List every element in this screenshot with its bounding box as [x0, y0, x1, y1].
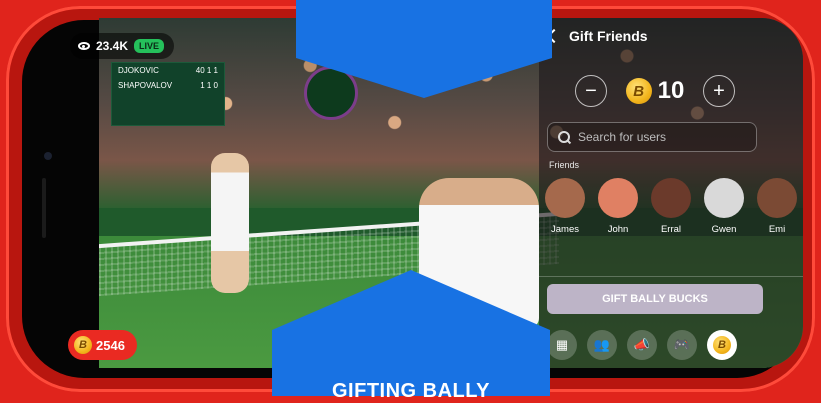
bally-coin-icon: B: [713, 336, 731, 354]
megaphone-icon[interactable]: 📣: [627, 330, 657, 360]
gamepad-icon[interactable]: 🎮: [667, 330, 697, 360]
bally-coin-icon: B: [74, 336, 92, 354]
friend-name: Gwen: [711, 224, 737, 235]
friend-name: John: [607, 224, 629, 235]
people-icon[interactable]: 👥: [587, 330, 617, 360]
avatar: [598, 178, 638, 218]
coin-icon[interactable]: B: [707, 330, 737, 360]
banner-caption: GIFTING BALLY: [332, 380, 490, 402]
decorative-blue-point-bottom: [272, 270, 550, 330]
friend-item-james[interactable]: James: [543, 178, 587, 235]
gift-bally-bucks-button[interactable]: GIFT BALLY BUCKS: [547, 284, 763, 314]
friend-name: Erral: [660, 224, 682, 235]
scoreboard-row: SHAPOVALOV 1 1 0: [112, 78, 224, 93]
amount-value: 10: [657, 77, 685, 104]
avatar: [545, 178, 585, 218]
friends-label: Friends: [549, 160, 580, 170]
decrement-button[interactable]: −: [575, 75, 607, 107]
avatar: [704, 178, 744, 218]
viewer-count: 23.4K: [96, 39, 129, 53]
player-name: DJOKOVIC: [118, 66, 159, 75]
panel-divider: [539, 276, 803, 277]
live-badge: LIVE: [134, 39, 165, 53]
amount-stepper: − B 10 +: [575, 73, 735, 109]
gift-friends-panel: Gift Friends − B 10 + Friends James John: [539, 18, 803, 368]
friend-item-erral[interactable]: Erral: [649, 178, 693, 235]
player-score: 1 1 0: [200, 81, 218, 90]
search-input[interactable]: [576, 129, 750, 145]
avatar: [757, 178, 797, 218]
bally-coin-icon: B: [625, 78, 652, 104]
player-name: SHAPOVALOV: [118, 81, 173, 90]
panel-title: Gift Friends: [569, 28, 648, 44]
decorative-blue-point-top: [296, 58, 552, 98]
friend-item-gwen[interactable]: Gwen: [702, 178, 746, 235]
front-camera: [44, 152, 52, 160]
eye-icon: [78, 42, 90, 50]
friends-list: James John Erral Gwen Emi: [543, 178, 799, 235]
scoreboard-row: DJOKOVIC 40 1 1: [112, 63, 224, 78]
friend-item-emi[interactable]: Emi: [755, 178, 799, 235]
friend-name: Emi: [768, 224, 786, 235]
panel-header: Gift Friends: [546, 28, 648, 44]
search-icon: [558, 131, 570, 143]
search-box[interactable]: [547, 122, 757, 152]
avatar: [651, 178, 691, 218]
player-score: 40 1 1: [195, 66, 218, 75]
scoreboard: DJOKOVIC 40 1 1 SHAPOVALOV 1 1 0: [111, 62, 225, 126]
coin-balance-pill[interactable]: B 2546: [68, 330, 137, 360]
bottom-toolbar: ▦ 👥 📣 🎮 B: [547, 330, 737, 360]
player-serving: [211, 153, 249, 293]
friend-name: James: [551, 224, 579, 235]
gift-amount: B 10: [625, 77, 685, 105]
increment-button[interactable]: +: [702, 75, 735, 107]
coin-balance: 2546: [96, 337, 125, 353]
side-button: [42, 178, 46, 238]
viewer-count-pill: 23.4K LIVE: [70, 33, 175, 59]
grid-icon[interactable]: ▦: [547, 330, 577, 360]
decorative-blue-shape-top: [296, 0, 552, 58]
friend-item-john[interactable]: John: [596, 178, 640, 235]
